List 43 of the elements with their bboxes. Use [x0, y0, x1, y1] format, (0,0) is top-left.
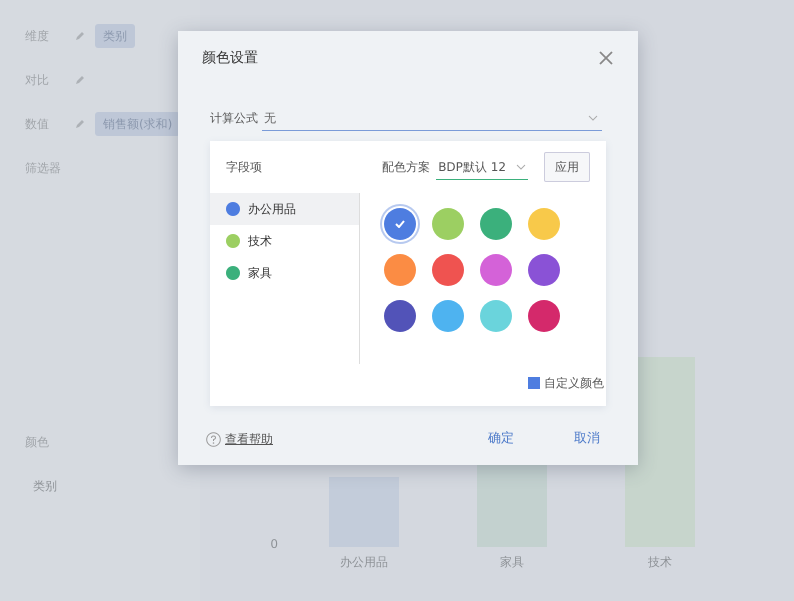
color-swatch[interactable] — [384, 208, 416, 240]
field-label: 家具 — [248, 265, 272, 282]
apply-button[interactable]: 应用 — [544, 152, 590, 182]
chevron-down-icon — [588, 114, 598, 120]
pencil-icon[interactable] — [75, 31, 85, 41]
axis-tick-label: 0 — [269, 536, 279, 553]
color-swatch[interactable] — [528, 254, 560, 286]
field-header: 字段项 — [226, 159, 263, 176]
category-label: 办公用品 — [340, 554, 388, 571]
chevron-down-icon — [516, 164, 526, 170]
color-swatch[interactable] — [528, 208, 560, 240]
color-field-label: 类别 — [33, 478, 57, 495]
formula-label: 计算公式 — [210, 110, 258, 127]
color-swatch[interactable] — [528, 300, 560, 332]
close-button[interactable] — [598, 50, 614, 66]
help-link[interactable]: 查看帮助 — [225, 430, 273, 448]
cancel-button[interactable]: 取消 — [570, 429, 604, 449]
category-label: 技术 — [648, 554, 672, 571]
ok-button[interactable]: 确定 — [484, 429, 518, 449]
color-swatch[interactable] — [384, 300, 416, 332]
field-label: 办公用品 — [248, 201, 296, 218]
field-label: 技术 — [248, 233, 272, 250]
field-item[interactable]: 技术 — [210, 225, 359, 257]
color-square-icon — [528, 377, 540, 389]
category-label: 家具 — [500, 554, 524, 571]
pencil-icon[interactable] — [75, 75, 85, 85]
formula-select[interactable]: 无 — [262, 105, 602, 131]
pencil-icon[interactable] — [75, 119, 85, 129]
color-swatch[interactable] — [480, 254, 512, 286]
scheme-select[interactable]: BDP默认 12 — [436, 154, 528, 180]
scheme-label: 配色方案 — [382, 159, 430, 176]
chart-bar — [329, 477, 399, 547]
dialog-title: 颜色设置 — [202, 48, 258, 68]
field-item[interactable]: 办公用品 — [210, 193, 359, 225]
field-item[interactable]: 家具 — [210, 257, 359, 289]
help-icon — [206, 432, 221, 446]
custom-color-link[interactable]: 自定义颜色 — [544, 374, 604, 392]
color-swatch[interactable] — [480, 300, 512, 332]
color-swatch[interactable] — [432, 208, 464, 240]
color-swatch[interactable] — [432, 254, 464, 286]
color-swatch[interactable] — [384, 254, 416, 286]
color-swatch[interactable] — [480, 208, 512, 240]
color-swatch[interactable] — [432, 300, 464, 332]
